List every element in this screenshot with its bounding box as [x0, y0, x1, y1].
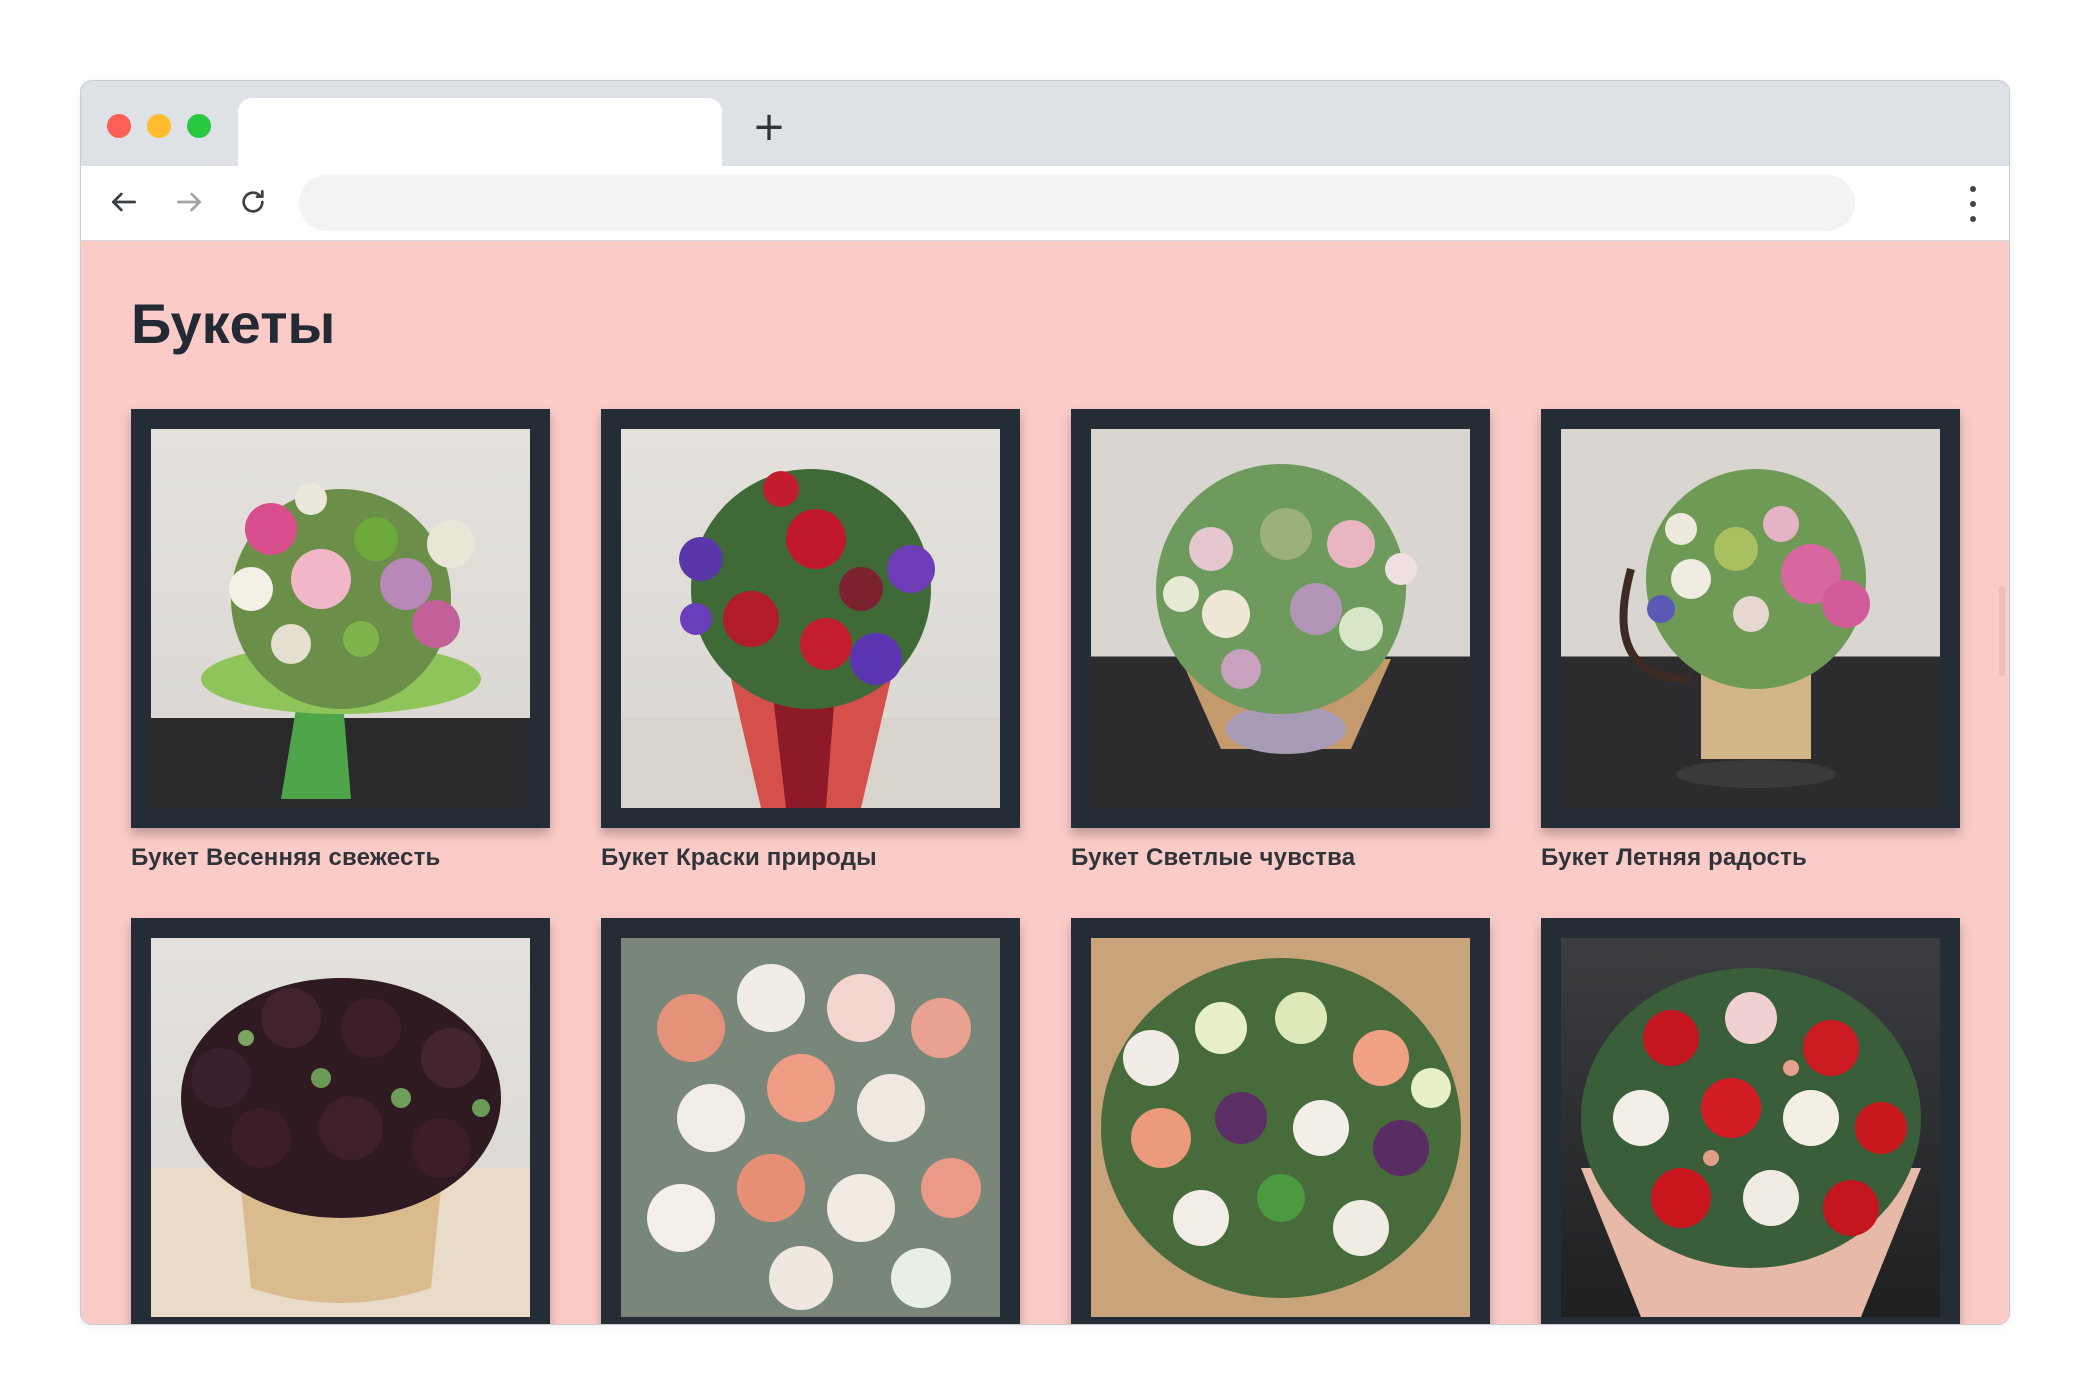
product-photo: [1091, 938, 1470, 1317]
product-name[interactable]: Букет Краски природы: [601, 844, 1020, 872]
browser-window: + Букеты Букет Весенняя свежесть Букет К…: [80, 80, 2010, 1325]
close-window-button[interactable]: [107, 114, 131, 138]
back-button[interactable]: [104, 182, 144, 222]
product-photo: [151, 938, 530, 1317]
product-image-frame[interactable]: [1071, 409, 1490, 828]
product-photo: [1561, 429, 1940, 808]
minimize-window-button[interactable]: [147, 114, 171, 138]
product-image-frame[interactable]: [601, 409, 1020, 828]
product-image-frame[interactable]: [131, 918, 550, 1324]
product-card[interactable]: [131, 918, 550, 1324]
product-card[interactable]: [601, 918, 1020, 1324]
product-photo: [1561, 938, 1940, 1317]
browser-toolbar: [81, 166, 2009, 241]
product-card[interactable]: [1071, 918, 1490, 1324]
product-image-frame[interactable]: [131, 409, 550, 828]
new-tab-button[interactable]: +: [749, 107, 789, 147]
back-arrow-icon: [112, 192, 136, 212]
product-card[interactable]: [1541, 918, 1960, 1324]
product-image-frame[interactable]: [1541, 409, 1960, 828]
forward-button[interactable]: [169, 182, 209, 222]
page-title: Букеты: [131, 292, 336, 355]
scrollbar-thumb[interactable]: [1999, 586, 2005, 676]
product-image-frame[interactable]: [601, 918, 1020, 1324]
page-content: Букеты Букет Весенняя свежесть Букет Кра…: [81, 241, 2009, 1324]
product-image-frame[interactable]: [1541, 918, 1960, 1324]
product-photo: [621, 938, 1000, 1317]
product-photo: [1091, 429, 1470, 808]
active-tab[interactable]: [238, 98, 722, 166]
product-grid: Букет Весенняя свежесть Букет Краски при…: [131, 409, 1960, 1324]
product-card[interactable]: Букет Весенняя свежесть: [131, 409, 550, 872]
address-bar[interactable]: [299, 175, 1855, 231]
browser-menu-button[interactable]: [1967, 186, 1979, 222]
kebab-menu-icon: [1970, 186, 1976, 192]
product-name[interactable]: Букет Светлые чувства: [1071, 844, 1490, 872]
product-name[interactable]: Букет Весенняя свежесть: [131, 844, 550, 872]
product-image-frame[interactable]: [1071, 918, 1490, 1324]
tab-bar: +: [81, 81, 2009, 166]
product-name[interactable]: Букет Летняя радость: [1541, 844, 1960, 872]
reload-button[interactable]: [233, 182, 273, 222]
product-card[interactable]: Букет Светлые чувства: [1071, 409, 1490, 872]
forward-arrow-icon: [177, 192, 201, 212]
product-card[interactable]: Букет Летняя радость: [1541, 409, 1960, 872]
maximize-window-button[interactable]: [187, 114, 211, 138]
product-photo: [151, 429, 530, 808]
product-photo: [621, 429, 1000, 808]
reload-icon: [242, 190, 264, 213]
product-card[interactable]: Букет Краски природы: [601, 409, 1020, 872]
